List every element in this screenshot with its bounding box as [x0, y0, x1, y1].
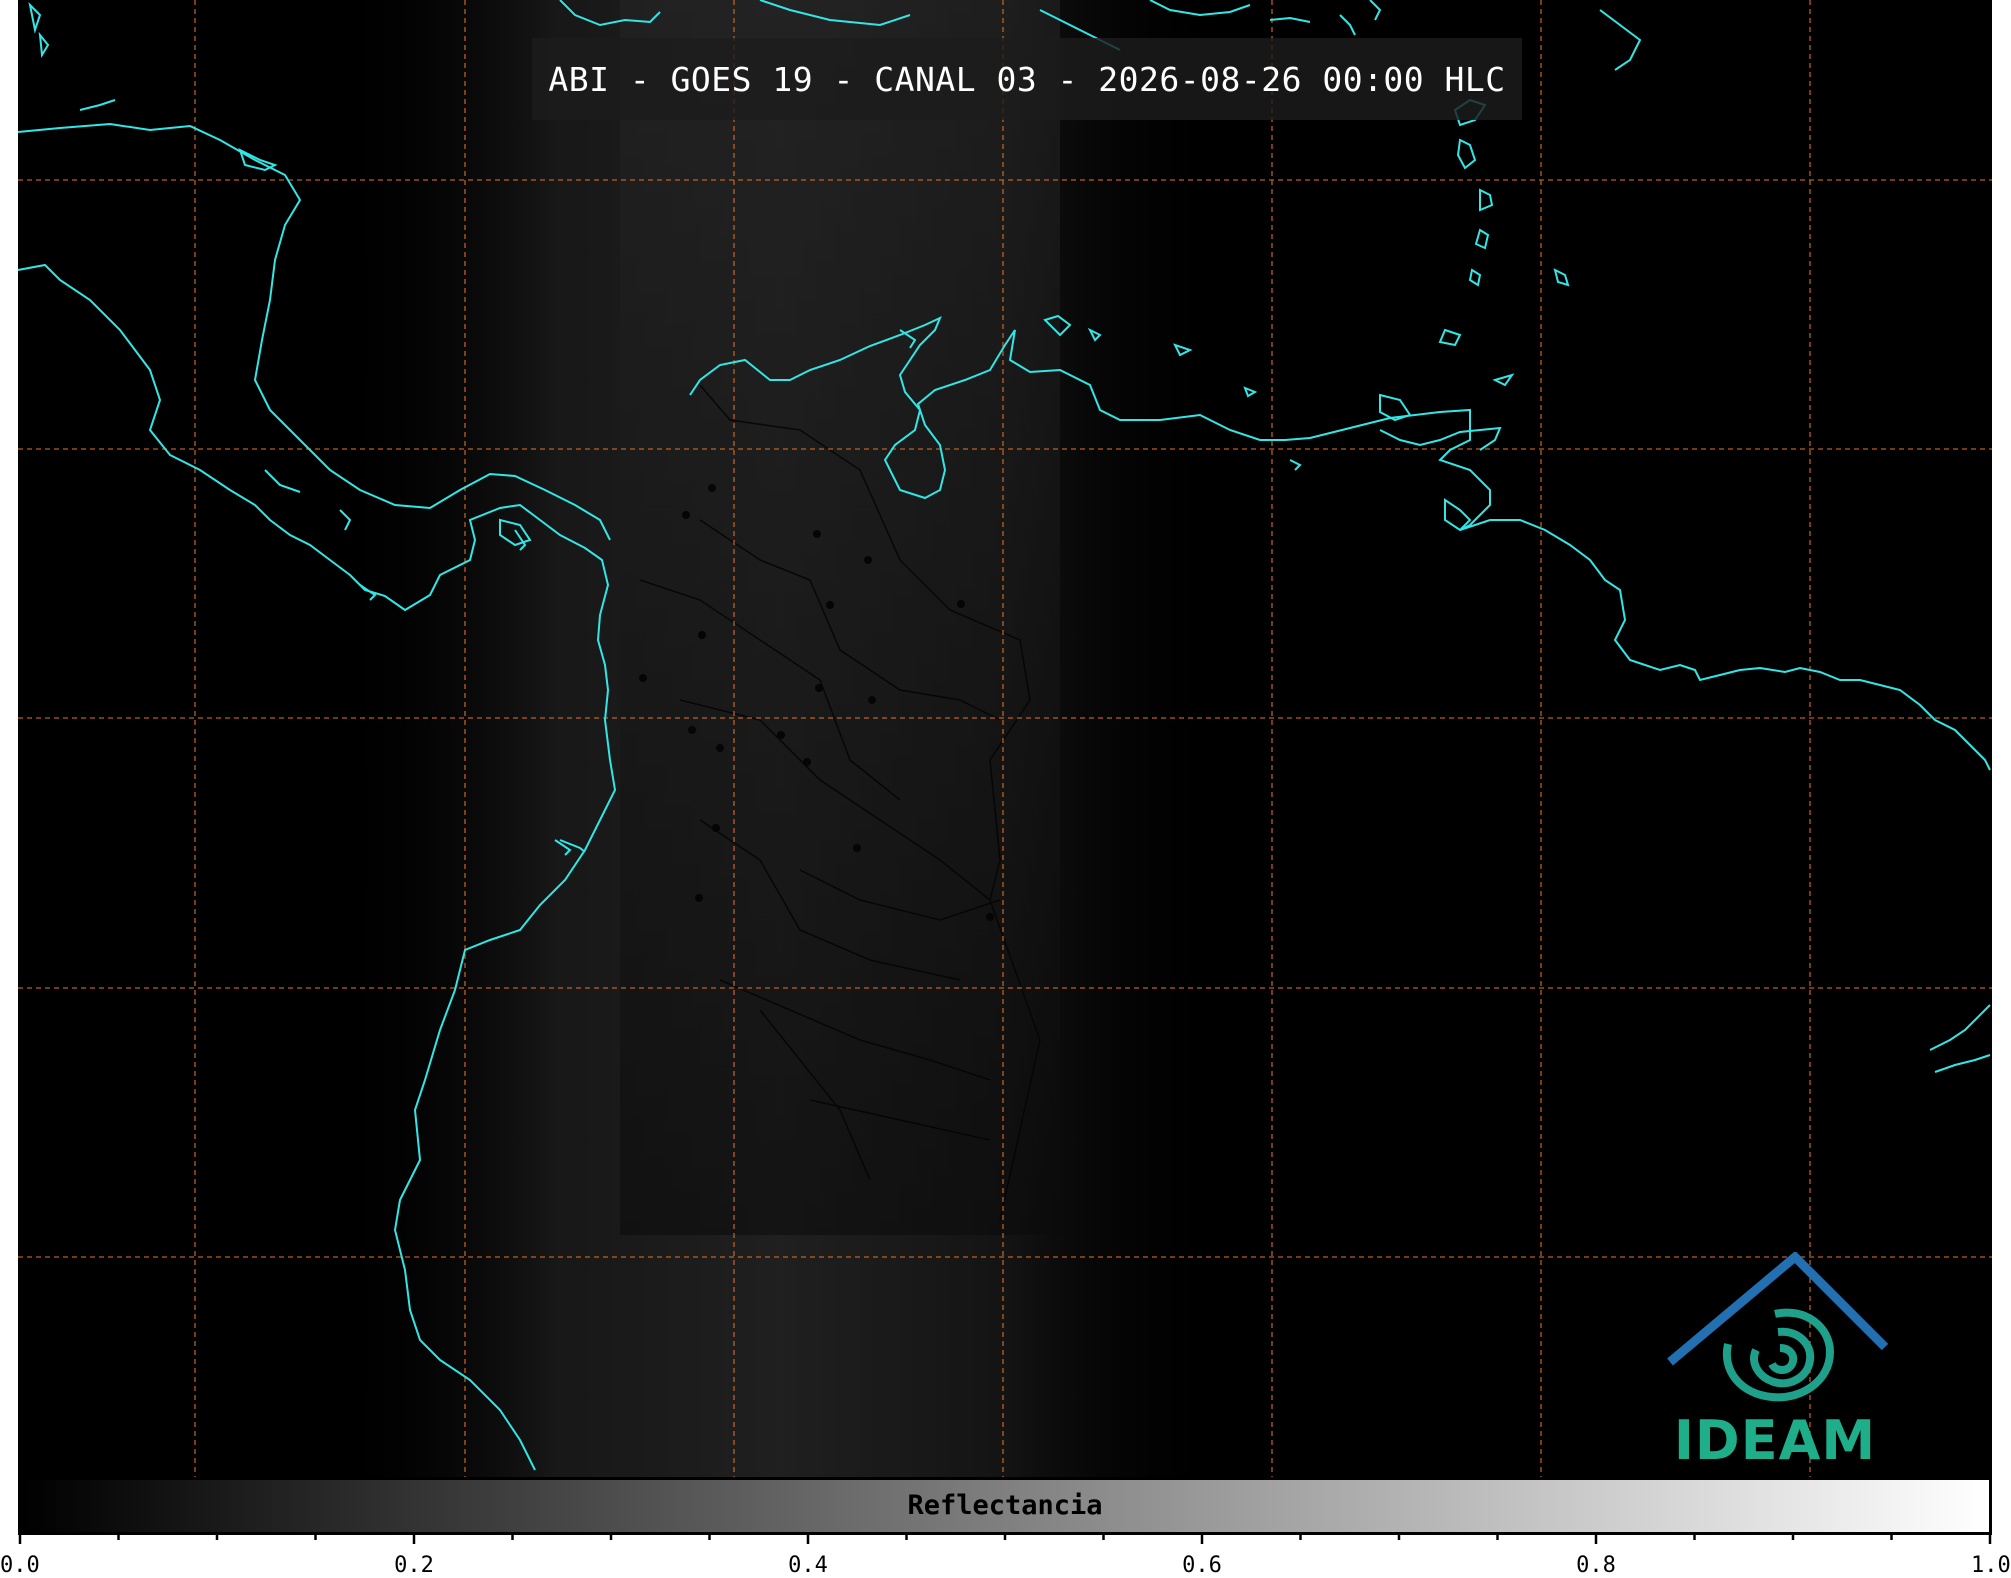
tick-label: 0.8 [1576, 1553, 1616, 1578]
logo-text: IDEAM [1673, 1409, 1877, 1472]
tick-label: 0.0 [0, 1553, 40, 1578]
colorbar-tick-labels: 0.0 0.2 0.4 0.6 0.8 1.0 [0, 1535, 2011, 1578]
satellite-swath-core [620, 0, 1060, 1235]
ideam-logo: IDEAM [1660, 1250, 1890, 1472]
tick-label: 1.0 [1971, 1553, 2011, 1578]
colorbar: Reflectancia [18, 1477, 1992, 1535]
tick-label: 0.4 [788, 1553, 828, 1578]
map-title: ABI - GOES 19 - CANAL 03 - 2026-08-26 00… [548, 59, 1506, 99]
colorbar-label: Reflectancia [907, 1490, 1103, 1521]
tick-label: 0.2 [394, 1553, 434, 1578]
title-box: ABI - GOES 19 - CANAL 03 - 2026-08-26 00… [532, 38, 1522, 120]
tick-label: 0.6 [1182, 1553, 1222, 1578]
ideam-logo-icon [1667, 1250, 1889, 1402]
